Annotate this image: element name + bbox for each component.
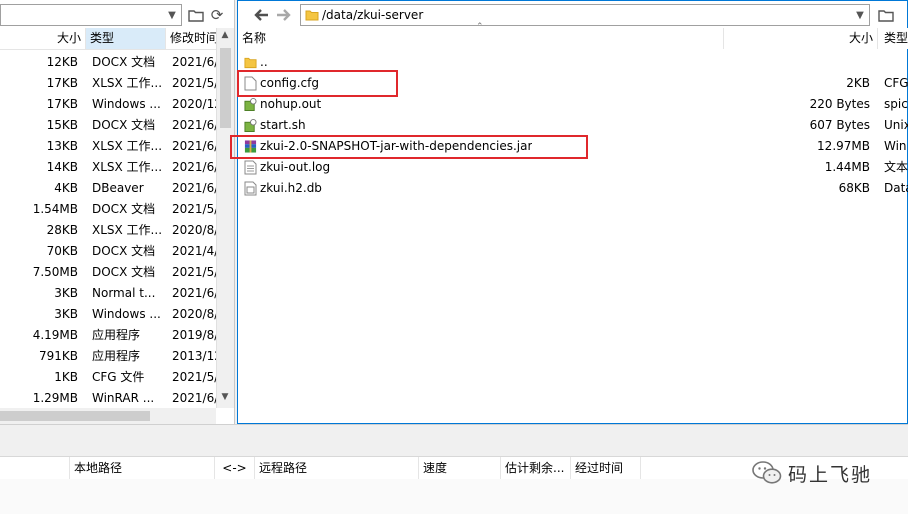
column-local-path[interactable]: 本地路径 [70,457,215,479]
script-file-icon [244,119,257,132]
list-item[interactable]: 3KB Windows ... 2020/8/ [0,304,216,325]
back-arrow-icon[interactable] [251,5,271,25]
column-type[interactable]: 类型 [86,28,166,49]
list-item[interactable]: 4KB DBeaver 2021/6/ [0,178,216,199]
script-file-icon [244,98,257,112]
scrollbar-thumb[interactable] [0,411,150,421]
sort-ascending-icon: ⌃ [476,22,484,32]
list-item[interactable]: 4.19MB 应用程序 2019/8/ [0,325,216,346]
column-direction[interactable]: <-> [215,457,255,479]
forward-arrow-icon[interactable] [274,5,294,25]
local-path-combo[interactable]: ▼ [0,4,182,26]
folder-up-icon[interactable] [876,5,896,25]
list-item[interactable]: 12KB DOCX 文档 2021/6/ [0,52,216,73]
parent-folder-icon [244,57,257,69]
column-speed[interactable]: 速度 [419,457,501,479]
list-item[interactable]: 3KB Normal t... 2021/6/ [0,283,216,304]
list-item[interactable]: 15KB DOCX 文档 2021/6/ [0,115,216,136]
highlight-box [237,70,398,97]
remote-column-header: 名称 ⌃ 大小 类型 [238,22,908,49]
column-remote-path[interactable]: 远程路径 [255,457,419,479]
list-item[interactable]: 17KBWindows ...2020/12 [0,94,216,115]
list-item[interactable]: 14KB XLSX 工作... 2021/6/ [0,157,216,178]
list-item[interactable]: nohup.out 220 Bytes spic [238,94,908,115]
highlight-box [230,135,588,159]
chevron-down-icon[interactable]: ▼ [851,5,869,25]
column-size[interactable]: 大小 [0,28,86,49]
scroll-up-icon[interactable]: ▲ [219,30,231,42]
list-item[interactable]: zkui-out.log 1.44MB 文本 [238,157,908,178]
column-size[interactable]: 大小 [724,28,878,49]
local-vertical-scrollbar[interactable]: ▲ ▼ [216,28,234,408]
folder-up-icon[interactable] [186,5,206,25]
list-item[interactable]: 1.29MB WinRAR ... 2021/6/ [0,388,216,408]
column-modified[interactable]: 修改时间 [166,28,216,49]
queue-toolbar [0,424,908,457]
db-file-icon [244,181,257,196]
remote-path-text: /data/zkui-server [322,8,424,22]
watermark-text: 码上飞驰 [788,463,873,486]
list-item[interactable]: 17KB XLSX 工作... 2021/5/ [0,73,216,94]
list-item[interactable]: 28KB XLSX 工作... 2020/8/ [0,220,216,241]
list-item[interactable]: 791KB应用程序2013/12 [0,346,216,367]
list-item[interactable]: 1.54MB DOCX 文档 2021/5/ [0,199,216,220]
local-file-list: 12KB DOCX 文档 2021/6/ 17KB XLSX 工作... 2021/5/… [0,52,216,408]
folder-icon [305,10,319,21]
local-column-header: 大小 类型 修改时间 [0,28,216,50]
refresh-icon[interactable]: ⟳ [207,5,227,25]
list-item[interactable]: start.sh 607 Bytes Unix [238,115,908,136]
chevron-down-icon[interactable]: ▼ [163,5,181,25]
scrollbar-thumb[interactable] [220,48,231,128]
column-elapsed[interactable]: 经过时间 [571,457,641,479]
list-item[interactable]: 70KB DOCX 文档 2021/4/ [0,241,216,262]
column-remaining[interactable]: 估计剩余... [501,457,571,479]
list-item[interactable]: 1KB CFG 文件 2021/5/ [0,367,216,388]
list-item[interactable]: 13KB XLSX 工作... 2021/6/ [0,136,216,157]
text-file-icon [244,160,257,175]
scroll-down-icon[interactable]: ▼ [219,392,231,404]
local-horizontal-scrollbar[interactable] [0,408,216,424]
column-type[interactable]: 类型 [878,28,908,49]
wechat-icon [752,461,782,484]
remote-path-combo[interactable]: /data/zkui-server ▼ [300,4,870,26]
column-blank[interactable] [0,457,70,479]
watermark: 码上飞驰 [752,458,872,488]
list-item[interactable]: zkui.h2.db 68KB Data [238,178,908,199]
list-item[interactable]: 7.50MB DOCX 文档 2021/5/ [0,262,216,283]
